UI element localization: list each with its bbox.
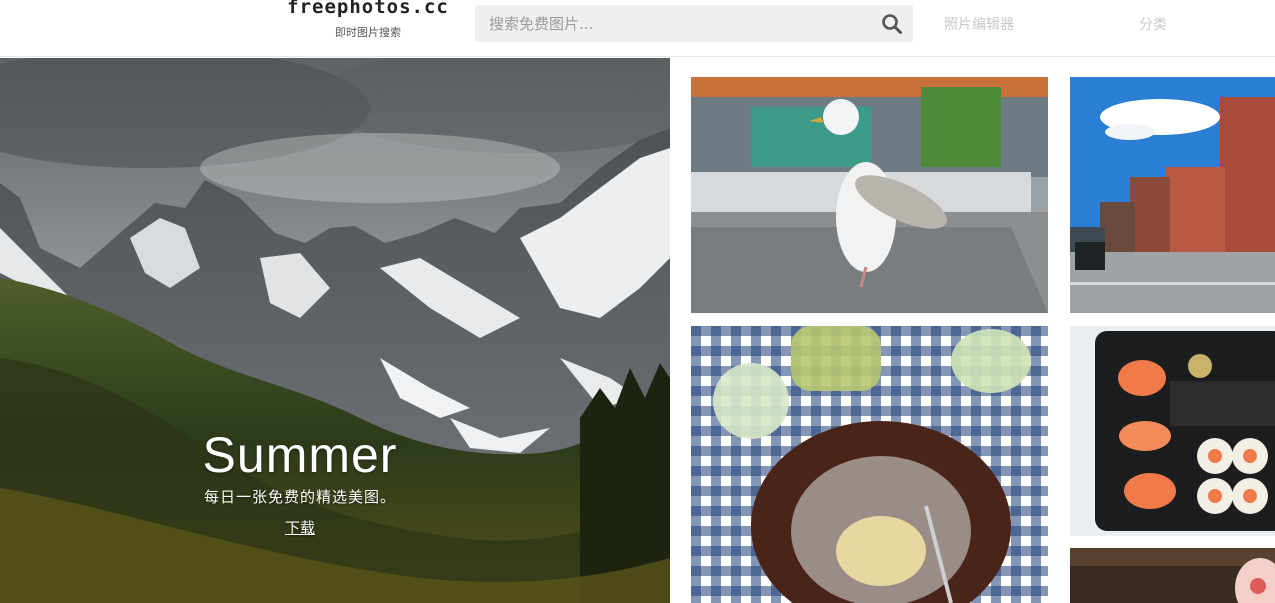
hero-text-block: Summer 每日一张免费的精选美图。 下载: [0, 426, 600, 538]
photo-thumb-bottom[interactable]: [1070, 548, 1275, 603]
photo-thumb-sushi[interactable]: [1070, 326, 1275, 536]
site-header: freephotos.cc 即时图片搜索 照片编辑器 分类: [0, 0, 1275, 57]
search-bar: [475, 5, 913, 42]
seagull-photo: [691, 77, 1048, 313]
photo-thumb-seagull[interactable]: [691, 77, 1048, 313]
street-photo: [1070, 77, 1275, 313]
hero-subtitle: 每日一张免费的精选美图。: [203, 488, 396, 506]
hero-banner: Summer 每日一张免费的精选美图。 下载: [0, 58, 670, 603]
nav-photo-editor[interactable]: 照片编辑器: [944, 14, 1014, 34]
hero-download-link[interactable]: 下载: [285, 517, 315, 538]
bottom-photo: [1070, 548, 1275, 603]
photo-thumb-street[interactable]: [1070, 77, 1275, 313]
photo-thumb-food[interactable]: [691, 326, 1048, 603]
search-input[interactable]: [475, 5, 865, 42]
search-icon: [882, 14, 902, 34]
hero-title: Summer: [202, 427, 398, 483]
site-logo[interactable]: freephotos.cc 即时图片搜索: [268, 0, 468, 40]
search-button[interactable]: [881, 13, 903, 35]
logo-subtitle: 即时图片搜索: [335, 26, 401, 39]
food-photo: [691, 326, 1048, 603]
logo-title: freephotos.cc: [287, 0, 449, 18]
sushi-photo: [1070, 326, 1275, 536]
nav-categories[interactable]: 分类: [1139, 14, 1167, 34]
